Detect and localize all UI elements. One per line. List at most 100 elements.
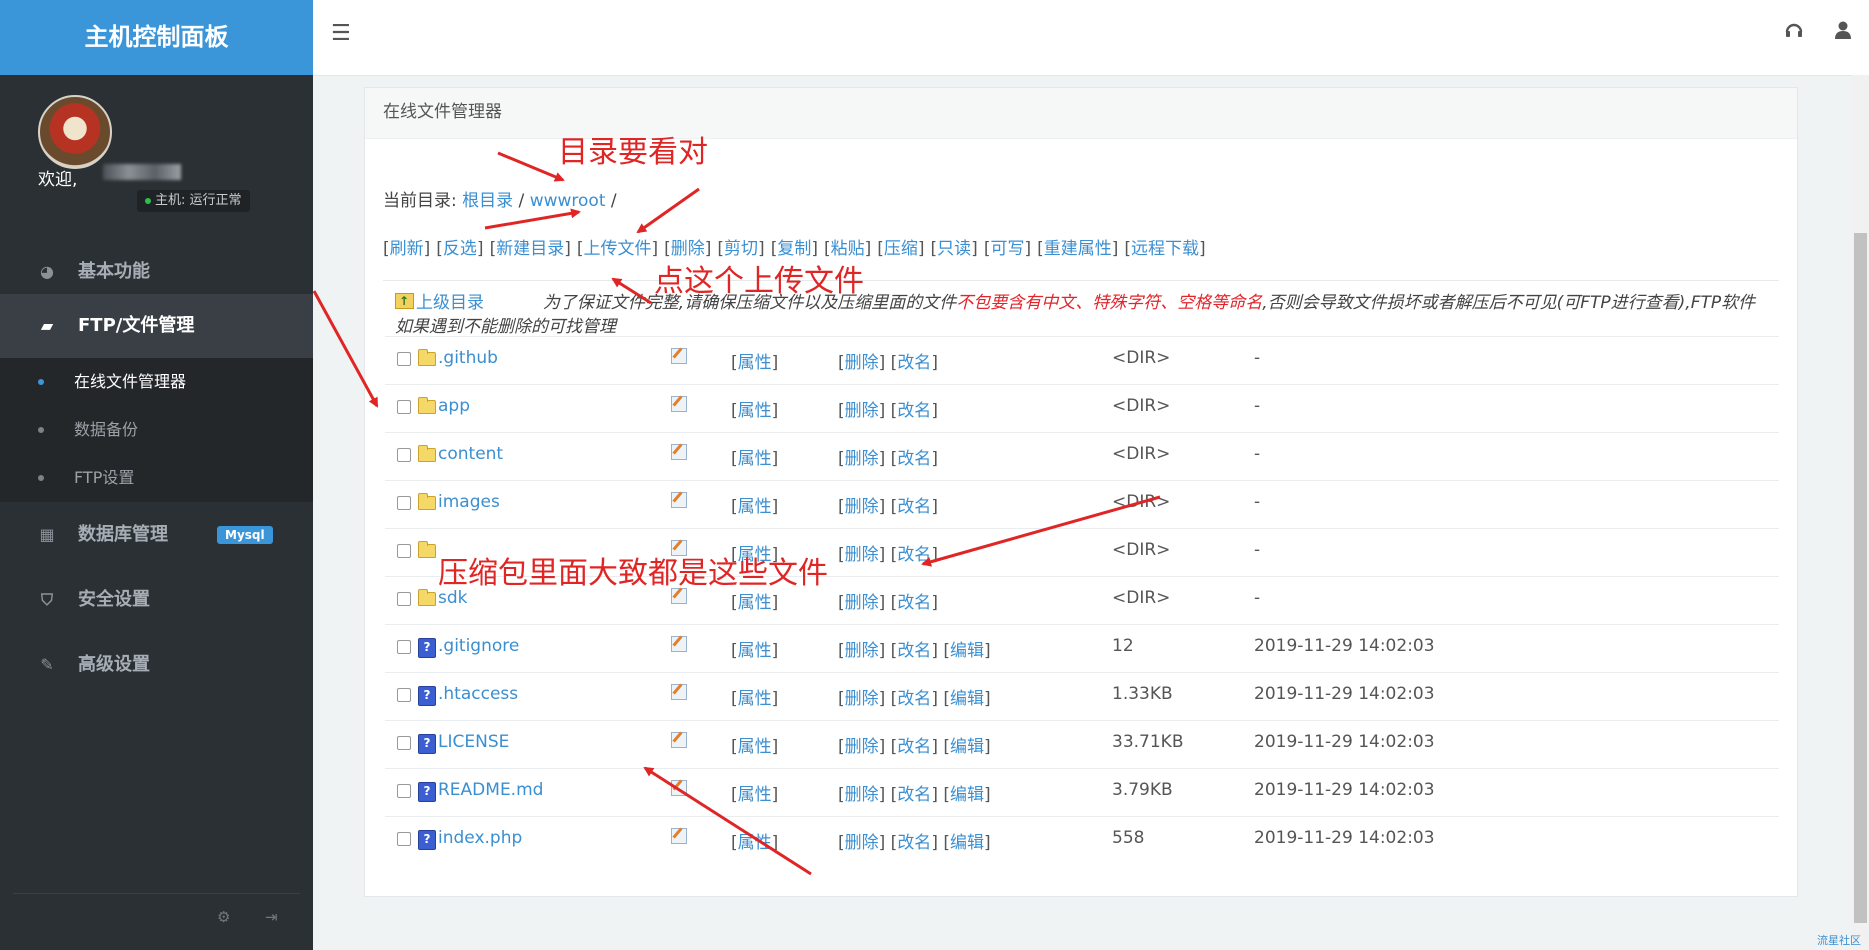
delete-link[interactable]: 删除 xyxy=(845,497,879,517)
file-name-link[interactable]: .gitignore xyxy=(438,636,519,656)
attr-link[interactable]: 属性 xyxy=(738,353,772,373)
delete-link[interactable]: 删除 xyxy=(845,401,879,421)
delete-link[interactable]: 删除 xyxy=(845,785,879,805)
file-mtime: - xyxy=(1254,444,1261,464)
rename-link[interactable]: 改名 xyxy=(897,449,931,469)
edit-link[interactable]: 编辑 xyxy=(950,641,984,661)
pencil-icon[interactable] xyxy=(671,636,687,652)
row-checkbox[interactable] xyxy=(397,736,411,750)
attr-link[interactable]: 属性 xyxy=(738,401,772,421)
edit-link[interactable]: 编辑 xyxy=(950,785,984,805)
attr-link[interactable]: 属性 xyxy=(738,449,772,469)
sub-file-manager[interactable]: 在线文件管理器 xyxy=(0,358,313,406)
scroll-thumb[interactable] xyxy=(1854,233,1867,923)
row-checkbox[interactable] xyxy=(397,352,411,366)
breadcrumb-root[interactable]: 根目录 xyxy=(462,191,513,211)
rename-link[interactable]: 改名 xyxy=(897,497,931,517)
parent-dir-link[interactable]: 上级目录 xyxy=(416,293,484,313)
rename-link[interactable]: 改名 xyxy=(897,641,931,661)
breadcrumb-wwwroot[interactable]: wwwroot xyxy=(530,191,606,211)
file-name-link[interactable]: content xyxy=(438,444,503,464)
folder-icon xyxy=(418,397,436,414)
row-checkbox[interactable] xyxy=(397,400,411,414)
nav-advanced[interactable]: ✎ 高级设置 xyxy=(0,633,313,697)
toolbar-button[interactable]: 重建属性 xyxy=(1044,239,1112,259)
rename-link[interactable]: 改名 xyxy=(897,401,931,421)
toolbar-button[interactable]: 刷新 xyxy=(390,239,424,259)
nav-database[interactable]: ▦ 数据库管理 Mysql xyxy=(0,503,313,567)
attr-link[interactable]: 属性 xyxy=(738,737,772,757)
attr-link[interactable]: 属性 xyxy=(738,785,772,805)
current-directory: 当前目录: 根目录 / wwwroot / xyxy=(383,191,617,211)
logout-icon[interactable]: ⇥ xyxy=(265,908,278,926)
toolbar-button[interactable]: 新建目录 xyxy=(496,239,564,259)
attr-link[interactable]: 属性 xyxy=(738,833,772,853)
sub-ftp-settings[interactable]: FTP设置 xyxy=(0,454,313,502)
row-checkbox[interactable] xyxy=(397,496,411,510)
toolbar-button[interactable]: 上传文件 xyxy=(583,239,651,259)
row-checkbox[interactable] xyxy=(397,640,411,654)
headset-icon[interactable] xyxy=(1783,19,1805,41)
delete-link[interactable]: 删除 xyxy=(845,689,879,709)
file-name-link[interactable]: images xyxy=(438,492,500,512)
pencil-icon[interactable] xyxy=(671,396,687,412)
pencil-icon[interactable] xyxy=(671,732,687,748)
file-name-link[interactable]: .htaccess xyxy=(438,684,518,704)
rename-link[interactable]: 改名 xyxy=(897,593,931,613)
page-scrollbar[interactable] xyxy=(1852,75,1869,950)
delete-link[interactable]: 删除 xyxy=(845,641,879,661)
avatar[interactable] xyxy=(38,95,112,169)
file-name-link[interactable]: LICENSE xyxy=(438,732,509,752)
rename-link[interactable]: 改名 xyxy=(897,833,931,853)
rename-link[interactable]: 改名 xyxy=(897,545,931,565)
edit-link[interactable]: 编辑 xyxy=(950,833,984,853)
row-checkbox[interactable] xyxy=(397,784,411,798)
nav-ftp-file[interactable]: ▰ FTP/文件管理 xyxy=(0,294,313,358)
pencil-icon[interactable] xyxy=(671,828,687,844)
delete-link[interactable]: 删除 xyxy=(845,833,879,853)
file-name-link[interactable]: README.md xyxy=(438,780,543,800)
rename-link[interactable]: 改名 xyxy=(897,353,931,373)
attr-link[interactable]: 属性 xyxy=(738,593,772,613)
delete-link[interactable]: 删除 xyxy=(845,449,879,469)
row-checkbox[interactable] xyxy=(397,832,411,846)
attr-cell: [属性] xyxy=(731,641,779,661)
rename-link[interactable]: 改名 xyxy=(897,785,931,805)
folder-up-icon xyxy=(395,289,414,313)
attr-link[interactable]: 属性 xyxy=(738,497,772,517)
delete-link[interactable]: 删除 xyxy=(845,545,879,565)
attr-link[interactable]: 属性 xyxy=(738,641,772,661)
pencil-icon[interactable] xyxy=(671,444,687,460)
delete-link[interactable]: 删除 xyxy=(845,593,879,613)
toolbar-button[interactable]: 远程下载 xyxy=(1131,239,1199,259)
edit-link[interactable]: 编辑 xyxy=(950,737,984,757)
delete-link[interactable]: 删除 xyxy=(845,737,879,757)
row-checkbox[interactable] xyxy=(397,688,411,702)
pencil-icon[interactable] xyxy=(671,780,687,796)
sub-data-backup[interactable]: 数据备份 xyxy=(0,406,313,454)
pencil-icon[interactable] xyxy=(671,684,687,700)
user-icon[interactable] xyxy=(1832,19,1854,41)
row-checkbox[interactable] xyxy=(397,592,411,606)
menu-icon[interactable]: ☰ xyxy=(331,20,351,46)
edit-link[interactable]: 编辑 xyxy=(950,689,984,709)
folder-icon xyxy=(418,589,436,606)
toolbar-button[interactable]: 只读 xyxy=(937,239,971,259)
gear-icon[interactable]: ⚙ xyxy=(217,908,230,926)
row-checkbox[interactable] xyxy=(397,544,411,558)
row-checkbox[interactable] xyxy=(397,448,411,462)
attr-link[interactable]: 属性 xyxy=(738,689,772,709)
file-name-link[interactable]: .github xyxy=(438,348,498,368)
rename-link[interactable]: 改名 xyxy=(897,737,931,757)
rename-link[interactable]: 改名 xyxy=(897,689,931,709)
file-name-link[interactable]: index.php xyxy=(438,828,522,848)
folder-icon xyxy=(418,349,436,366)
pencil-icon[interactable] xyxy=(671,492,687,508)
toolbar-button[interactable]: 可写 xyxy=(990,239,1024,259)
toolbar-button[interactable]: 压缩 xyxy=(884,239,918,259)
toolbar-button[interactable]: 反选 xyxy=(443,239,477,259)
pencil-icon[interactable] xyxy=(671,348,687,364)
file-name-link[interactable]: app xyxy=(438,396,470,416)
nav-security[interactable]: ⛉ 安全设置 xyxy=(0,568,313,632)
delete-link[interactable]: 删除 xyxy=(845,353,879,373)
